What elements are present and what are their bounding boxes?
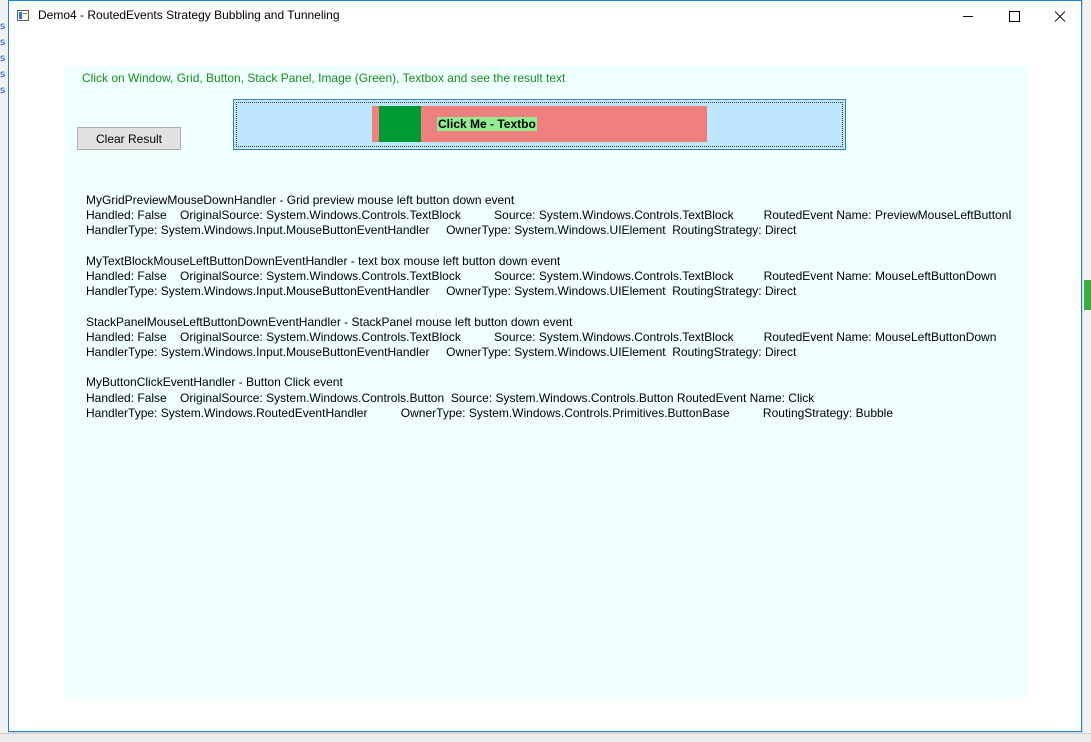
result-handler-info: HandlerType: System.Windows.Input.MouseB… [86, 223, 797, 238]
close-icon[interactable] [1037, 1, 1083, 32]
main-window[interactable]: Demo4 - RoutedEvents Strategy Bubbling a… [8, 0, 1082, 732]
green-image[interactable] [379, 106, 421, 142]
background-desktop-left: s s s s s [0, 0, 8, 741]
background-text-fragment: s [0, 69, 6, 80]
maximize-icon[interactable] [991, 1, 1037, 32]
result-entry: MyButtonClickEventHandler - Button Click… [86, 375, 1011, 421]
result-entry: StackPanelMouseLeftButtonDownEventHandle… [86, 315, 1011, 361]
background-text-fragment: s [0, 85, 6, 96]
main-grid[interactable]: Click on Window, Grid, Button, Stack Pan… [65, 66, 1028, 699]
result-header: MyTextBlockMouseLeftButtonDownEventHandl… [86, 253, 561, 268]
result-header: StackPanelMouseLeftButtonDownEventHandle… [86, 314, 573, 329]
background-text-fragment: s [0, 21, 6, 32]
textbox[interactable]: Click Me - Textbo [437, 117, 537, 131]
result-header: MyButtonClickEventHandler - Button Click… [86, 375, 343, 390]
result-details: Handled: False OriginalSource: System.Wi… [86, 329, 997, 344]
window-title: Demo4 - RoutedEvents Strategy Bubbling a… [38, 8, 340, 22]
background-text-fragment: s [0, 37, 6, 48]
result-entry: MyTextBlockMouseLeftButtonDownEventHandl… [86, 254, 1011, 300]
title-bar[interactable]: Demo4 - RoutedEvents Strategy Bubbling a… [9, 1, 1081, 32]
click-me-button[interactable]: Click Me - Textbo [233, 99, 846, 150]
result-handler-info: HandlerType: System.Windows.Input.MouseB… [86, 345, 797, 359]
instruction-text: Click on Window, Grid, Button, Stack Pan… [82, 71, 566, 85]
background-desktop-right [1083, 0, 1091, 741]
background-text-fragment: s [0, 53, 6, 64]
clear-result-button[interactable]: Clear Result [77, 127, 181, 150]
result-entry: MyGridPreviewMouseDownHandler - Grid pre… [86, 193, 1011, 239]
result-header: MyGridPreviewMouseDownHandler - Grid pre… [86, 193, 515, 207]
result-details: Handled: False OriginalSource: System.Wi… [86, 390, 815, 405]
result-details: Handled: False OriginalSource: System.Wi… [86, 269, 997, 283]
background-green-bar [1084, 280, 1091, 310]
result-text: MyGridPreviewMouseDownHandler - Grid pre… [86, 193, 1011, 436]
app-icon[interactable] [17, 10, 29, 21]
result-handler-info: HandlerType: System.Windows.Input.MouseB… [86, 284, 797, 299]
stack-panel[interactable]: Click Me - Textbo [372, 106, 707, 142]
result-details: Handled: False OriginalSource: System.Wi… [86, 208, 1011, 223]
result-handler-info: HandlerType: System.Windows.RoutedEventH… [86, 405, 894, 420]
minimize-icon[interactable] [945, 1, 991, 32]
